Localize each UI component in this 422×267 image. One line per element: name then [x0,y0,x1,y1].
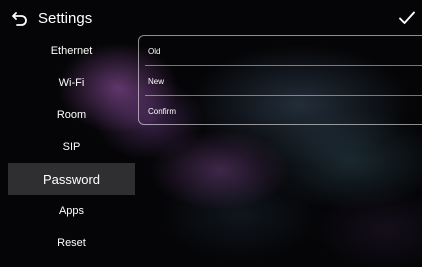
back-arrow-icon[interactable] [12,10,28,26]
sidebar-item-wifi[interactable]: Wi-Fi [8,67,135,99]
sidebar-item-label: Room [56,109,87,121]
sidebar-item-label: Password [42,171,101,187]
settings-screen: Settings Ethernet Wi-Fi Room SIP Passwor… [0,0,422,267]
sidebar-item-room[interactable]: Room [8,99,135,131]
sidebar-item-label: Wi-Fi [58,77,85,89]
sidebar-item-label: Reset [57,237,86,249]
new-password-input[interactable] [148,72,418,90]
sidebar-item-apps[interactable]: Apps [8,195,135,227]
password-form [138,35,422,125]
confirm-password-row [139,96,422,126]
sidebar-item-sip[interactable]: SIP [8,131,135,163]
sidebar-item-label: SIP [62,141,81,153]
header-bar: Settings [0,0,422,34]
confirm-password-input[interactable] [148,102,418,120]
sidebar-item-label: Apps [58,205,85,217]
page-title: Settings [38,10,93,27]
checkmark-icon[interactable] [398,10,416,26]
old-password-row [139,36,422,66]
sidebar-item-reset[interactable]: Reset [8,227,135,259]
sidebar-item-password[interactable]: Password [8,163,135,195]
sidebar-item-ethernet[interactable]: Ethernet [8,35,135,67]
old-password-input[interactable] [148,42,418,60]
sidebar-menu: Ethernet Wi-Fi Room SIP Password Apps Re… [8,35,135,265]
sidebar-item-label: Ethernet [50,45,93,57]
new-password-row [139,66,422,96]
